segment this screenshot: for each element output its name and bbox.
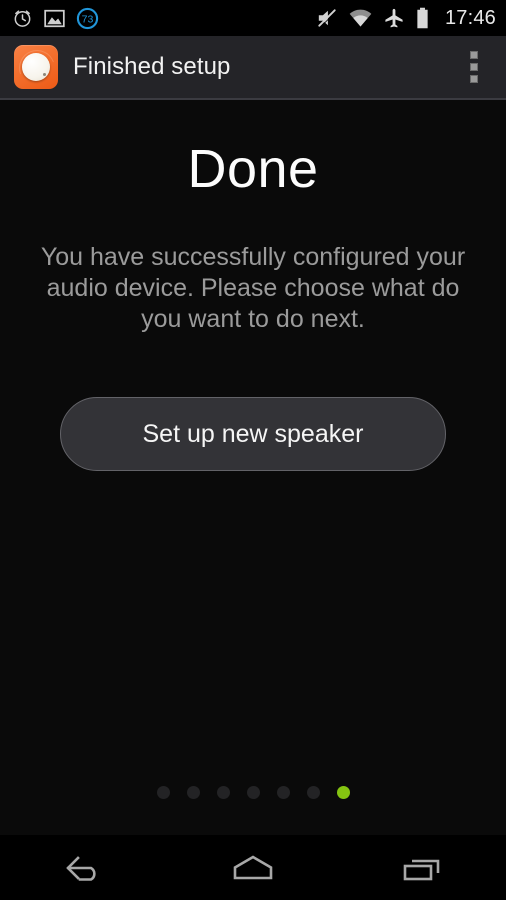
status-bar-right-icons: 17:46 xyxy=(316,7,496,30)
android-phone-screen: 73 17:46 Finished setup Done You have su… xyxy=(0,0,506,900)
overflow-dot-3 xyxy=(470,75,478,83)
nav-back-button[interactable] xyxy=(0,835,169,900)
wifi-icon xyxy=(349,9,372,28)
page-title: Finished setup xyxy=(73,53,231,80)
battery-percent-badge-icon: 73 xyxy=(76,7,99,30)
volume-muted-icon xyxy=(316,8,338,28)
overflow-menu-icon[interactable] xyxy=(450,36,498,98)
home-icon xyxy=(233,854,273,879)
main-content: Done You have successfully configured yo… xyxy=(0,102,506,835)
page-dot-6[interactable] xyxy=(306,786,320,799)
set-up-new-speaker-button[interactable]: Set up new speaker xyxy=(60,397,446,471)
page-dot-7-active[interactable] xyxy=(336,786,350,799)
overflow-dot-1 xyxy=(470,51,478,59)
action-bar: Finished setup xyxy=(0,36,506,100)
back-arrow-icon xyxy=(66,855,96,881)
app-icon-knob-dot xyxy=(43,73,46,76)
app-icon-knob xyxy=(22,53,50,81)
status-bar: 73 17:46 xyxy=(0,0,506,36)
page-dot-2[interactable] xyxy=(186,786,200,799)
airplane-mode-icon xyxy=(383,8,405,29)
recent-apps-icon xyxy=(403,859,439,880)
page-dot-3[interactable] xyxy=(216,786,230,799)
speaker-knob-app-icon xyxy=(13,44,61,92)
page-dot-5[interactable] xyxy=(276,786,290,799)
nav-home-button[interactable] xyxy=(169,835,338,900)
page-dot-4[interactable] xyxy=(246,786,260,799)
system-navigation-bar xyxy=(0,835,506,900)
alarm-clock-icon xyxy=(12,8,33,29)
nav-recents-button[interactable] xyxy=(337,835,506,900)
status-bar-left-icons: 73 xyxy=(12,7,99,30)
gallery-image-icon xyxy=(44,9,65,28)
overflow-dot-2 xyxy=(470,63,478,71)
headline-done: Done xyxy=(187,139,319,199)
page-indicator xyxy=(0,786,506,799)
battery-percent-value: 73 xyxy=(82,13,94,25)
description-text: You have successfully configured your au… xyxy=(40,243,466,333)
status-bar-clock: 17:46 xyxy=(444,6,496,29)
page-dot-1[interactable] xyxy=(156,786,170,799)
battery-full-icon xyxy=(416,7,429,29)
